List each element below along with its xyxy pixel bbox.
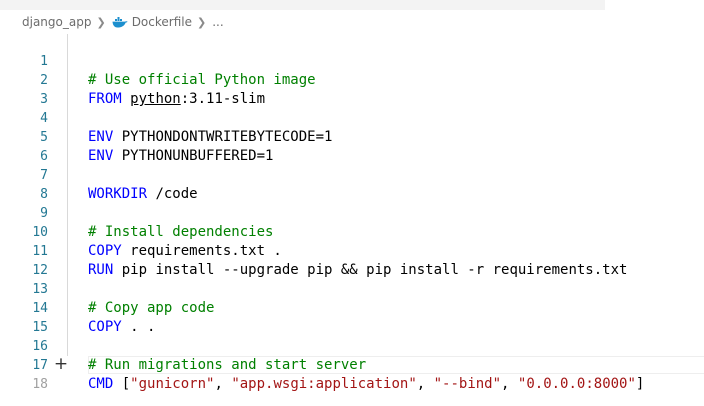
code-line[interactable]: 18 [0,356,704,392]
string: "gunicorn" [130,376,215,392]
code-line[interactable]: 7 WORKDIR /code [0,147,704,202]
breadcrumb-file[interactable]: Dockerfile [132,15,192,29]
string: "0.0.0.0:8000" [517,376,636,392]
code-line[interactable]: 12 [0,242,704,278]
code-line[interactable]: 15 [0,299,704,335]
code-line[interactable]: 1 # Use official Python image [0,33,704,88]
code-line[interactable]: 16 # Run migrations and start server [0,318,704,373]
code-editor[interactable]: 1 # Use official Python image 2 FROM pyt… [0,33,704,392]
tab-bar-strip [0,0,605,10]
breadcrumb: django_app ❯ Dockerfile ❯ ... [22,14,224,30]
chevron-right-icon: ❯ [96,15,106,29]
code-line[interactable]: 6 [0,128,704,164]
keyword: CMD [88,376,114,392]
code-line[interactable]: 10 COPY requirements.txt . [0,204,704,259]
plus-icon[interactable]: + [52,356,70,374]
code-line[interactable]: 13 # Copy app code [0,261,704,316]
breadcrumb-more[interactable]: ... [212,15,223,29]
code-line[interactable]: 4 ENV PYTHONDONTWRITEBYTECODE=1 [0,90,704,145]
string: "app.wsgi:application" [231,376,417,392]
code-line[interactable]: 9 # Install dependencies [0,185,704,240]
docker-whale-icon [112,16,128,27]
punctuation: , [214,376,232,392]
line-number: 18 [32,377,48,392]
punctuation: ] [635,376,645,392]
code-line[interactable]: 17 CMD ["gunicorn", "app.wsgi:applicatio… [0,337,704,392]
code-line[interactable]: 5 ENV PYTHONUNBUFFERED=1 [0,109,704,164]
punctuation: , [501,376,518,392]
code-line[interactable]: 8 [0,166,704,202]
string: "--bind" [433,376,502,392]
code-line[interactable]: 3 [0,71,704,107]
breadcrumb-folder[interactable]: django_app [22,15,91,29]
punctuation: [ [113,376,131,392]
punctuation: , [416,376,434,392]
code-line[interactable]: 2 FROM python:3.11-slim [0,52,704,107]
chevron-right-icon: ❯ [196,15,207,29]
code-line[interactable]: 11 RUN pip install --upgrade pip && pip … [0,223,704,278]
code-line[interactable]: 14 COPY . . [0,280,704,335]
